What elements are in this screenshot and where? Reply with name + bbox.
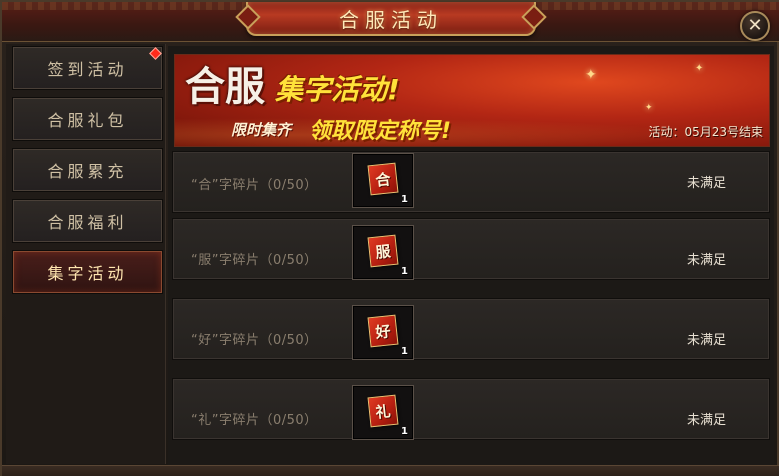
sidebar-item-label: 合服累充 — [47, 162, 128, 181]
word-card-icon: 合 — [367, 162, 399, 196]
sidebar-item-sign-in[interactable]: 签到活动 — [12, 46, 163, 90]
sidebar: 签到活动 合服礼包 合服累充 合服福利 集字活动 — [6, 44, 166, 464]
banner-line2-prefix: 限时集齐 — [231, 121, 292, 139]
notification-dot-icon — [149, 47, 162, 60]
card-char: 礼 — [374, 401, 392, 422]
fragment-label: “合”字碎片（0/50） — [191, 178, 318, 193]
status-text: 未满足 — [687, 333, 727, 348]
status-text: 未满足 — [687, 176, 727, 191]
sidebar-item-merge-welfare[interactable]: 合服福利 — [12, 199, 163, 243]
word-card-icon: 服 — [367, 234, 399, 268]
fragment-label: “服”字碎片（0/50） — [191, 253, 318, 268]
item-slot[interactable]: 礼 1 — [352, 385, 414, 440]
title-plaque: 合服活动 — [246, 2, 536, 36]
list-item: “好”字碎片（0/50） 好 1 未满足 — [172, 298, 770, 360]
word-card-icon: 礼 — [367, 394, 399, 428]
status-text: 未满足 — [687, 253, 727, 268]
list-item: “礼”字碎片（0/50） 礼 1 未满足 — [172, 378, 770, 440]
banner-title-sub: 集字活动! — [275, 73, 400, 106]
sparkle-icon: ✦ — [645, 103, 653, 113]
fragment-label: “礼”字碎片（0/50） — [191, 413, 318, 428]
window-bottom-border — [2, 465, 779, 476]
sidebar-item-collect-words[interactable]: 集字活动 — [12, 250, 163, 294]
item-count: 1 — [401, 346, 408, 357]
card-char: 合 — [374, 169, 392, 190]
fragment-label: “好”字碎片（0/50） — [191, 333, 318, 348]
list-item: “合”字碎片（0/50） 合 1 未满足 — [172, 151, 770, 213]
sidebar-item-label: 集字活动 — [47, 264, 128, 283]
item-slot[interactable]: 合 1 — [352, 153, 414, 208]
list-item: “服”字碎片（0/50） 服 1 未满足 — [172, 218, 770, 280]
item-slot[interactable]: 好 1 — [352, 305, 414, 360]
activity-window: 合服活动 ✕ 签到活动 合服礼包 合服累充 合服福利 集字活动 ✦ ✦ ✦ 合服… — [0, 0, 779, 476]
sidebar-item-merge-recharge[interactable]: 合服累充 — [12, 148, 163, 192]
banner-line2-main: 领取限定称号! — [309, 119, 452, 144]
sidebar-item-merge-gift[interactable]: 合服礼包 — [12, 97, 163, 141]
item-slot[interactable]: 服 1 — [352, 225, 414, 280]
event-end-date: 活动：05月23号结束 — [648, 125, 763, 139]
item-count: 1 — [401, 426, 408, 437]
window-title: 合服活动 — [339, 7, 443, 32]
item-count: 1 — [401, 194, 408, 205]
sidebar-item-label: 合服福利 — [47, 213, 128, 232]
sidebar-item-label: 合服礼包 — [47, 111, 128, 130]
banner-title-main: 合服 — [185, 63, 265, 110]
sparkle-icon: ✦ — [585, 67, 597, 83]
status-text: 未满足 — [687, 413, 727, 428]
close-button[interactable]: ✕ — [740, 11, 770, 41]
word-card-icon: 好 — [367, 314, 399, 348]
event-banner: ✦ ✦ ✦ 合服 集字活动! 限时集齐 领取限定称号! 活动：05月23号结束 — [174, 54, 770, 147]
card-char: 好 — [374, 321, 392, 342]
item-count: 1 — [401, 266, 408, 277]
close-icon: ✕ — [747, 15, 763, 36]
card-char: 服 — [374, 241, 392, 262]
sparkle-icon: ✦ — [695, 63, 704, 74]
sidebar-item-label: 签到活动 — [47, 60, 128, 79]
